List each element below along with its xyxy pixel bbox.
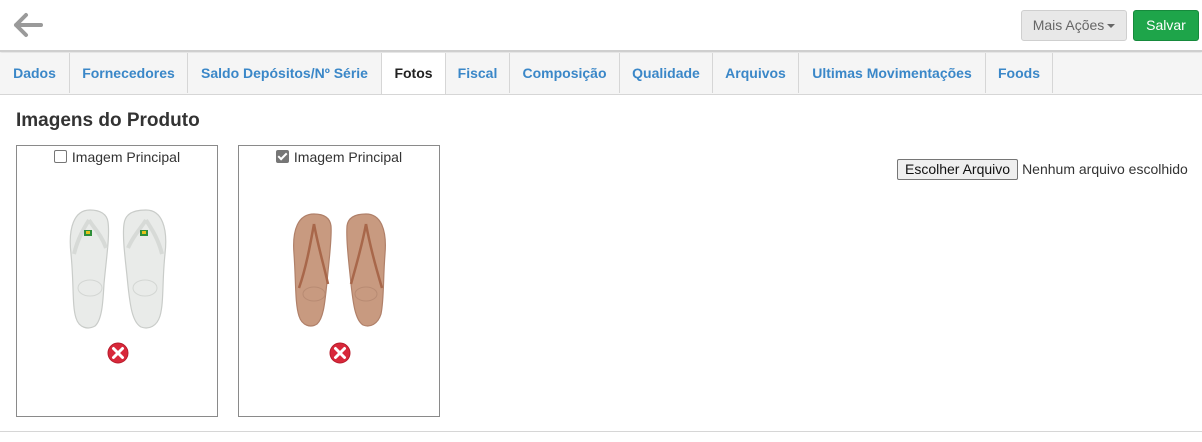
delete-x-icon[interactable] [107, 342, 129, 364]
choose-file-button[interactable]: Escolher Arquivo [897, 159, 1019, 180]
delete-x-icon[interactable] [329, 342, 351, 364]
file-upload: Escolher Arquivo Nenhum arquivo escolhido [897, 159, 1188, 180]
main-image-label: Imagem Principal [293, 149, 403, 165]
image-card: Imagem Principal [16, 145, 218, 417]
tab-ultimas-movimentacoes[interactable]: Ultimas Movimentações [799, 53, 986, 93]
product-photo-white-sandals [69, 209, 167, 329]
section-title: Imagens do Produto [16, 110, 200, 131]
more-actions-label: Mais Ações [1032, 17, 1105, 33]
tab-composicao[interactable]: Composição [510, 53, 620, 93]
tab-bar: Dados Fornecedores Saldo Depósitos/Nº Sé… [0, 53, 1202, 95]
save-button[interactable]: Salvar [1133, 10, 1199, 41]
caret-down-icon [1107, 24, 1116, 29]
main-image-checkbox[interactable] [275, 150, 289, 163]
tab-fotos[interactable]: Fotos [381, 53, 446, 94]
image-card: Imagem Principal [238, 145, 440, 417]
main-image-checkbox[interactable] [53, 150, 67, 163]
arrow-left-icon [14, 13, 43, 37]
tab-dados[interactable]: Dados [0, 53, 70, 93]
back-button[interactable] [12, 10, 44, 40]
more-actions-button[interactable]: Mais Ações [1021, 10, 1127, 41]
tab-saldo-depositos[interactable]: Saldo Depósitos/Nº Série [188, 53, 382, 93]
file-status-text: Nenhum arquivo escolhido [1022, 161, 1188, 177]
tab-qualidade[interactable]: Qualidade [620, 53, 713, 93]
product-photo-rose-gold-sandals [293, 213, 386, 327]
tab-foods[interactable]: Foods [986, 53, 1053, 93]
divider [0, 431, 1202, 432]
main-image-option: Imagem Principal [239, 149, 439, 165]
top-toolbar: Mais Ações Salvar [0, 0, 1202, 52]
main-image-label: Imagem Principal [71, 149, 181, 165]
tab-arquivos[interactable]: Arquivos [713, 53, 799, 93]
tab-fiscal[interactable]: Fiscal [446, 53, 510, 93]
main-image-option: Imagem Principal [17, 149, 217, 165]
tab-fornecedores[interactable]: Fornecedores [70, 53, 188, 93]
